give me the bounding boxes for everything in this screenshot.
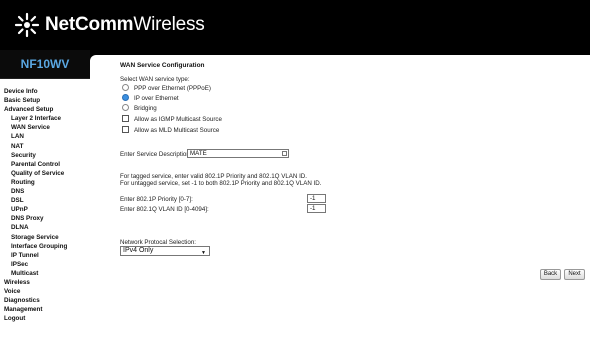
sidebar-item[interactable]: Interface Grouping	[4, 242, 90, 251]
sidebar-item[interactable]: Quality of Service	[4, 169, 90, 178]
sidebar-item[interactable]: Diagnostics	[4, 296, 90, 305]
pppoe-label: PPP over Ethernet (PPPoE)	[134, 85, 211, 92]
ipoe-radio[interactable]	[122, 94, 129, 101]
sidebar-item[interactable]: NAT	[4, 142, 90, 151]
sidebar-item[interactable]: DLNA	[4, 223, 90, 232]
chevron-down-icon: ▼	[201, 250, 206, 256]
sidebar-item[interactable]: UPnP	[4, 205, 90, 214]
sidebar-item[interactable]: Management	[4, 305, 90, 314]
service-desc-input[interactable]: MATE	[187, 149, 289, 158]
mld-checkbox[interactable]	[122, 126, 129, 133]
priority-label: Enter 802.1P Priority [0-7]:	[120, 196, 193, 203]
service-desc-value: MATE	[190, 150, 207, 157]
sidebar: NF10WV Device Info Basic Setup Advanced Se…	[0, 50, 90, 355]
vlan-id-value: -1	[310, 205, 316, 212]
bridging-radio[interactable]	[122, 104, 129, 111]
sidebar-item[interactable]: Parental Control	[4, 160, 90, 169]
sidebar-item[interactable]: DNS Proxy	[4, 214, 90, 223]
sidebar-item[interactable]: Voice	[4, 287, 90, 296]
sidebar-item[interactable]: LAN	[4, 132, 90, 141]
pppoe-radio[interactable]	[122, 84, 129, 91]
protocol-label: Network Protocal Selection:	[120, 239, 197, 246]
sidebar-item[interactable]: IPSec	[4, 260, 90, 269]
brand-logo: NetCommWireless	[14, 12, 205, 38]
sidebar-item[interactable]: Logout	[4, 314, 90, 323]
sidebar-item[interactable]: DSL	[4, 196, 90, 205]
sidebar-item[interactable]: Routing	[4, 178, 90, 187]
service-desc-label: Enter Service Description:	[120, 151, 192, 158]
back-button[interactable]: Back	[540, 269, 561, 280]
priority-input[interactable]: -1	[307, 194, 326, 203]
model-name: NF10WV	[0, 50, 90, 79]
sidebar-item[interactable]: Storage Service	[4, 233, 90, 242]
protocol-select[interactable]: IPv4 Only ▼	[120, 246, 210, 256]
sidebar-item[interactable]: Wireless	[4, 278, 90, 287]
sidebar-item[interactable]: WAN Service	[4, 123, 90, 132]
next-button[interactable]: Next	[564, 269, 585, 280]
vlan-note-tagged: For tagged service, enter valid 802.1P P…	[120, 173, 307, 180]
priority-value: -1	[310, 195, 316, 202]
sidebar-item[interactable]: Security	[4, 151, 90, 160]
vlan-note-untagged: For untagged service, set -1 to both 802…	[120, 180, 322, 187]
page-title: WAN Service Configuration	[120, 62, 205, 69]
sidebar-item[interactable]: IP Tunnel	[4, 251, 90, 260]
header-bar: NetCommWireless	[0, 0, 590, 50]
netcomm-logo-icon	[14, 12, 40, 38]
mld-label: Allow as MLD Multicast Source	[134, 127, 220, 134]
protocol-value: IPv4 Only	[123, 247, 154, 254]
bridging-label: Bridging	[134, 105, 157, 112]
sidebar-item[interactable]: Basic Setup	[4, 96, 90, 105]
vlan-id-label: Enter 802.1Q VLAN ID [0-4094]:	[120, 206, 209, 213]
ipoe-label: IP over Ethernet	[134, 95, 179, 102]
igmp-checkbox[interactable]	[122, 115, 129, 122]
input-spin-icon	[282, 151, 287, 156]
sidebar-item[interactable]: DNS	[4, 187, 90, 196]
sidebar-item[interactable]: Multicast	[4, 269, 90, 278]
main-panel: WAN Service Configuration Select WAN ser…	[90, 55, 590, 355]
service-type-label: Select WAN service type:	[120, 76, 190, 83]
sidebar-item[interactable]: Device Info	[4, 87, 90, 96]
sidebar-item[interactable]: Advanced Setup	[4, 105, 90, 114]
vlan-id-input[interactable]: -1	[307, 204, 326, 213]
igmp-label: Allow as IGMP Multicast Source	[134, 116, 222, 123]
sidebar-nav: Device Info Basic Setup Advanced Setup Laye…	[4, 87, 90, 323]
brand-name: NetCommWireless	[45, 14, 205, 35]
sidebar-item[interactable]: Layer 2 Interface	[4, 114, 90, 123]
